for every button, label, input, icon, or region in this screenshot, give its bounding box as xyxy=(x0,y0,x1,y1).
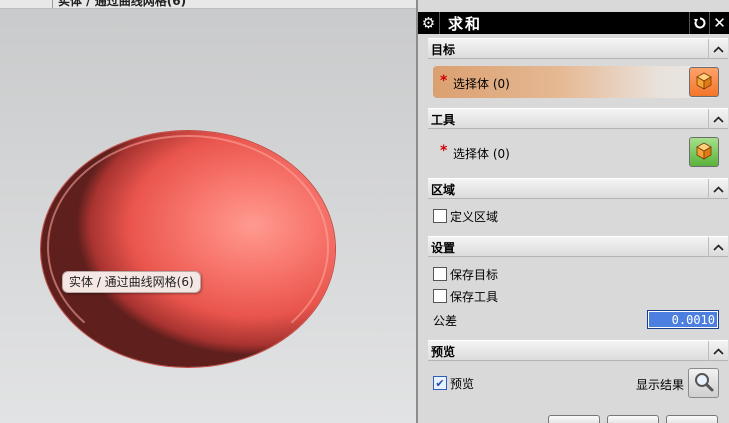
keep-tool-label: 保存工具 xyxy=(450,289,499,304)
section-preview-header[interactable]: 预览 xyxy=(428,340,728,361)
keep-target-label: 保存目标 xyxy=(450,267,499,282)
tool-select-label: 选择体 (0) xyxy=(453,147,510,161)
gear-icon[interactable]: ⚙ xyxy=(418,12,440,34)
section-target-header[interactable]: 目标 xyxy=(428,38,728,59)
viewport-title: 实体 / 通过曲线网格(6) xyxy=(58,0,187,8)
section-region-header[interactable]: 区域 xyxy=(428,178,728,199)
target-select-button[interactable] xyxy=(689,67,719,97)
section-settings-label: 设置 xyxy=(431,241,456,255)
define-region-checkbox[interactable] xyxy=(433,209,447,223)
cancel-button[interactable] xyxy=(666,415,718,423)
define-region-row[interactable]: 定义区域 xyxy=(433,207,498,225)
preview-row[interactable]: ✔ 预览 xyxy=(433,374,474,392)
close-icon[interactable]: ✕ xyxy=(709,12,729,34)
apply-button[interactable] xyxy=(607,415,659,423)
define-region-label: 定义区域 xyxy=(450,209,499,224)
section-preview-label: 预览 xyxy=(431,345,456,359)
dialog-title: 求和 xyxy=(448,15,483,33)
chevron-up-icon[interactable] xyxy=(708,39,728,59)
chevron-up-icon[interactable] xyxy=(708,237,728,257)
section-settings-header[interactable]: 设置 xyxy=(428,236,728,257)
chevron-up-icon[interactable] xyxy=(708,109,728,129)
keep-tool-row[interactable]: 保存工具 xyxy=(433,287,498,305)
magnifier-icon xyxy=(693,371,715,396)
reset-icon[interactable] xyxy=(689,12,709,34)
keep-target-row[interactable]: 保存目标 xyxy=(433,265,498,283)
chevron-up-icon[interactable] xyxy=(708,341,728,361)
cube-icon xyxy=(694,141,714,164)
tool-select-button[interactable] xyxy=(689,137,719,167)
required-mark: * xyxy=(440,143,448,159)
tool-select-body[interactable]: * 选择体 (0) xyxy=(433,136,717,168)
graphics-viewport[interactable]: 实体 / 通过曲线网格(6) 实体 / 通过曲线网格(6) xyxy=(0,0,416,423)
section-target-label: 目标 xyxy=(431,43,456,57)
target-select-body[interactable]: * 选择体 (0) xyxy=(433,66,717,98)
section-tool-header[interactable]: 工具 xyxy=(428,108,728,129)
show-result-label: 显示结果 xyxy=(636,378,685,392)
tolerance-field[interactable] xyxy=(647,310,719,329)
unite-dialog: ⚙ 求和 ✕ 目标 * 选择体 (0) 工具 * 选择体 (0) 区域 定义区域… xyxy=(416,0,729,423)
section-region-label: 区域 xyxy=(431,183,456,197)
tolerance-input[interactable] xyxy=(649,312,717,327)
preview-checkbox[interactable]: ✔ xyxy=(433,376,447,390)
keep-tool-checkbox[interactable] xyxy=(433,289,447,303)
target-select-label: 选择体 (0) xyxy=(453,77,510,91)
preview-label: 预览 xyxy=(450,376,475,391)
cube-icon xyxy=(694,71,714,94)
viewport-title-bar: 实体 / 通过曲线网格(6) xyxy=(0,0,416,9)
show-result-button[interactable] xyxy=(688,368,719,398)
title-separator xyxy=(52,0,53,8)
keep-target-checkbox[interactable] xyxy=(433,267,447,281)
section-tool-label: 工具 xyxy=(431,113,456,127)
tolerance-label: 公差 xyxy=(433,314,458,328)
dialog-titlebar: ⚙ 求和 ✕ xyxy=(418,12,729,34)
required-mark: * xyxy=(440,73,448,89)
solid-body-rim xyxy=(47,135,329,360)
chevron-up-icon[interactable] xyxy=(708,179,728,199)
ok-button[interactable] xyxy=(548,415,600,423)
selection-tooltip: 实体 / 通过曲线网格(6) xyxy=(62,271,201,293)
